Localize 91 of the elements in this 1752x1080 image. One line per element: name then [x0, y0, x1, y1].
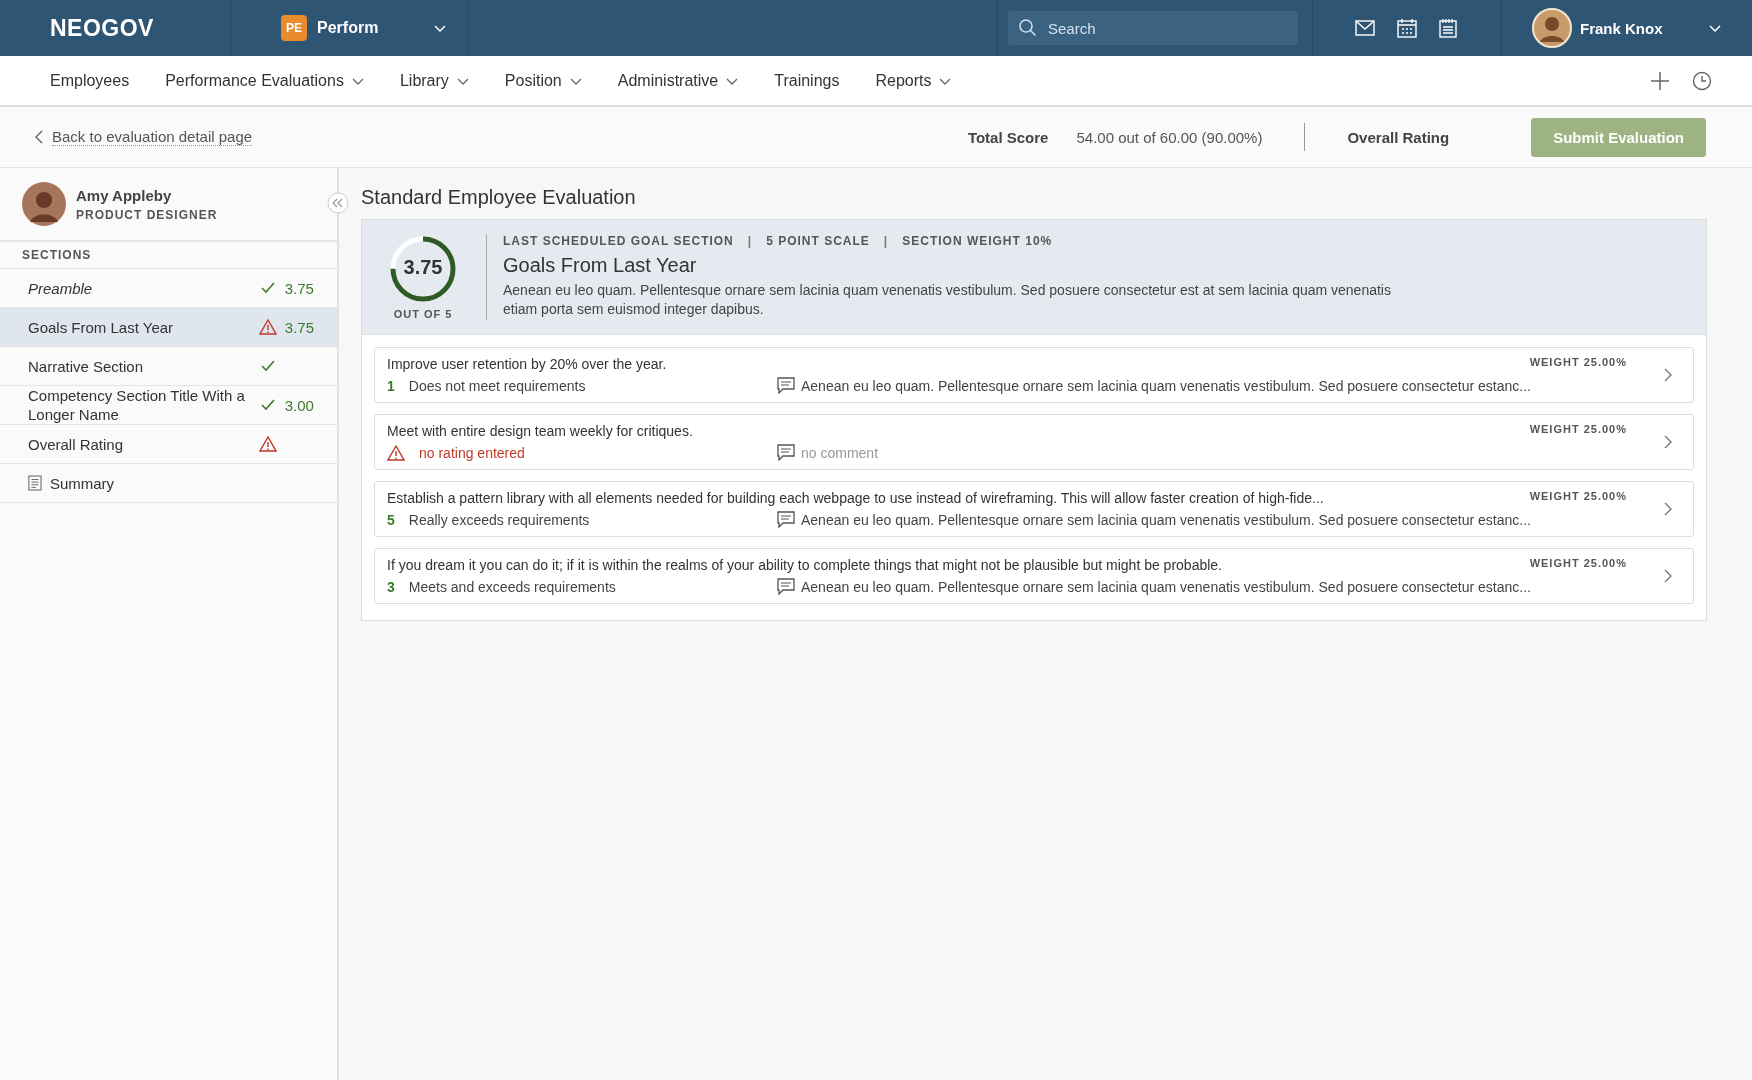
section-meta: 5 POINT SCALE — [766, 234, 870, 248]
search-field[interactable]: Search — [1008, 11, 1298, 45]
check-icon — [261, 399, 276, 411]
nav-item[interactable]: Employees — [50, 71, 130, 90]
section-label: Preamble — [28, 278, 94, 298]
section-score: 3.00 — [284, 396, 315, 414]
goal-title: If you dream it you can do it; if it is within the realms of your ability to complete things that might not be plausible but might be probable. — [387, 557, 1222, 573]
rating-label: Really exceeds requirements — [408, 511, 590, 528]
nav-item[interactable]: Reports — [875, 71, 952, 90]
goal-title: Improve user retention by 20% over the year. — [387, 356, 667, 372]
goal-comment: Aenean eu leo quam. Pellentesque ornare sem lacinia quam venenatis vestibulum. Sed posuere consectetur estanc... — [801, 377, 1531, 394]
chevron-right-icon[interactable] — [1663, 568, 1673, 584]
warning-icon — [387, 444, 405, 461]
mail-icon[interactable] — [1355, 20, 1375, 36]
check-icon — [261, 360, 276, 372]
goal-row[interactable]: Improve user retention by 20% over the year. WEIGHT 25.00% 1 Does not meet requirements Aenean eu leo quam. Pellentesque ornare sem lacinia quam venenatis vestibulum. Sed posuere consectetur estanc... — [374, 347, 1694, 403]
nav-item[interactable]: Administrative — [617, 71, 739, 90]
section-label: Narrative Section — [28, 356, 145, 376]
sections-heading: SECTIONS — [0, 242, 337, 269]
nav-item[interactable]: Performance Evaluations — [165, 71, 364, 90]
warning-icon — [258, 436, 277, 452]
goal-comment: no comment — [801, 444, 879, 461]
goal-weight: WEIGHT 25.00% — [1529, 356, 1627, 370]
section-name: Goals From Last Year — [503, 254, 698, 277]
goal-title: Establish a pattern library with all elements needed for building each webpage to use instead of wireframing. This will allow faster creation of high-fide... — [387, 490, 1324, 506]
meta-separator: | — [883, 234, 889, 248]
back-link[interactable]: Back to evaluation detail page — [52, 128, 253, 146]
rating-number: 3 — [387, 578, 395, 595]
rating-label: no rating entered — [419, 444, 525, 461]
nav-item[interactable]: Trainings — [774, 71, 840, 90]
section-item[interactable]: Narrative Section — [0, 347, 337, 386]
logo[interactable]: NEOGOV — [0, 14, 230, 42]
section-description: Aenean eu leo quam. Pellentesque ornare sem lacinia quam venenatis vestibulum. Sed posuere consectetur est at sem lacinia quam venenatis etiam porta sem euismod integer dapibus. — [503, 281, 1392, 319]
section-label: Goals From Last Year — [28, 317, 175, 337]
rating-label: Meets and exceeds requirements — [408, 578, 616, 595]
section-item[interactable]: Competency Section Title With a Longer Name 3.00 — [0, 386, 337, 425]
rating-number: 1 — [387, 377, 395, 394]
user-name[interactable]: Frank Knox — [1580, 19, 1700, 37]
section-label: Summary — [49, 473, 116, 493]
goal-title: Meet with entire design team weekly for critiques. — [387, 423, 693, 439]
goal-weight: WEIGHT 25.00% — [1529, 490, 1627, 504]
chevron-left-icon[interactable] — [34, 129, 44, 145]
comment-icon — [777, 578, 795, 595]
notepad-icon[interactable] — [1439, 18, 1457, 38]
rating-label: Does not meet requirements — [408, 377, 586, 394]
goal-weight: WEIGHT 25.00% — [1529, 557, 1627, 571]
clock-icon[interactable] — [1692, 70, 1712, 91]
section-meta: SECTION WEIGHT 10% — [902, 234, 1053, 248]
comment-icon — [777, 377, 795, 394]
goal-row[interactable] — [374, 548, 1694, 604]
section-score: 3.75 — [284, 279, 315, 297]
nav-item[interactable]: Position — [504, 71, 582, 90]
section-label: Overall Rating — [28, 434, 125, 454]
section-item[interactable]: Summary — [0, 464, 337, 503]
calendar-icon[interactable] — [1397, 18, 1417, 38]
total-score-value: 54.00 out of 60.00 (90.00%) — [1076, 128, 1263, 146]
employee-title: PRODUCT DESIGNER — [76, 207, 218, 222]
chevron-right-icon[interactable] — [1663, 501, 1673, 517]
goal-weight: WEIGHT 25.00% — [1529, 423, 1627, 437]
employee-name: Amy Appleby — [76, 186, 173, 204]
comment-icon — [777, 511, 795, 528]
avatar-icon[interactable] — [1532, 8, 1572, 48]
rating-number: 5 — [387, 511, 395, 528]
app-name[interactable]: Perform — [317, 19, 423, 37]
goal-comment: Aenean eu leo quam. Pellentesque ornare sem lacinia quam venenatis vestibulum. Sed posuere consectetur estanc... — [801, 578, 1531, 595]
score-value: 3.75 — [402, 256, 444, 279]
goal-row[interactable] — [374, 481, 1694, 537]
document-icon — [28, 474, 42, 492]
app-badge: PE — [281, 15, 307, 41]
warning-icon — [258, 319, 277, 335]
goal-row[interactable]: Meet with entire design team weekly for critiques. WEIGHT 25.00% no rating entered no comment — [374, 414, 1694, 470]
score-ring — [388, 234, 458, 304]
page-title: Standard Employee Evaluation — [361, 186, 637, 209]
chevron-right-icon[interactable] — [1663, 367, 1673, 383]
section-item[interactable]: Overall Rating — [0, 425, 337, 464]
meta-separator: | — [747, 234, 753, 248]
goal-comment: Aenean eu leo quam. Pellentesque ornare sem lacinia quam venenatis vestibulum. Sed posuere consectetur estanc... — [801, 511, 1531, 528]
nav-item[interactable]: Library — [399, 71, 469, 90]
avatar-icon — [22, 182, 66, 226]
total-score-label: Total Score — [967, 128, 1049, 146]
plus-icon[interactable] — [1650, 70, 1670, 91]
score-caption: OUT OF 5 — [393, 308, 453, 320]
section-score: 3.75 — [284, 318, 315, 336]
collapse-icon[interactable] — [327, 192, 349, 214]
comment-icon — [777, 444, 795, 461]
section-label: Competency Section Title With a Longer Name — [28, 386, 246, 424]
overall-rating-label: Overall Rating — [1347, 128, 1450, 146]
chevron-right-icon[interactable] — [1663, 434, 1673, 450]
check-icon — [261, 282, 276, 294]
section-meta: LAST SCHEDULED GOAL SECTION — [503, 234, 734, 248]
section-item[interactable]: Goals From Last Year 3.75 — [0, 308, 337, 347]
